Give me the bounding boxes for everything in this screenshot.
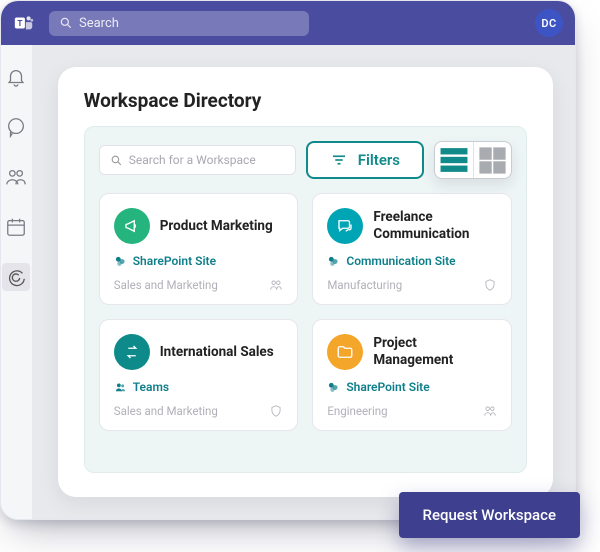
directory-container: Filters bbox=[84, 126, 527, 473]
view-toggle bbox=[434, 141, 512, 179]
svg-text:T: T bbox=[17, 19, 22, 29]
workspace-title: International Sales bbox=[160, 344, 274, 361]
ms-teams-icon: T bbox=[13, 12, 35, 34]
shield-icon bbox=[269, 404, 283, 418]
workspace-search-input[interactable] bbox=[129, 153, 285, 167]
exchange-icon bbox=[123, 343, 141, 361]
workspace-grid: Product Marketing SharePoint Site Sales … bbox=[99, 193, 512, 431]
request-workspace-button[interactable]: Request Workspace bbox=[399, 492, 581, 538]
speech-icon bbox=[336, 217, 354, 235]
workspace-category: Sales and Marketing bbox=[114, 278, 218, 292]
workspace-badge bbox=[114, 208, 150, 244]
swirl-icon bbox=[5, 266, 27, 288]
grid-icon bbox=[474, 142, 511, 179]
directory-controls: Filters bbox=[99, 141, 512, 179]
view-grid-button[interactable] bbox=[473, 142, 511, 178]
workspace-title: Freelance Communication bbox=[373, 209, 493, 243]
top-bar: T DC bbox=[1, 1, 575, 45]
sidebar bbox=[1, 45, 32, 519]
workspace-badge bbox=[114, 334, 150, 370]
filters-button[interactable]: Filters bbox=[306, 141, 424, 179]
sharepoint-icon bbox=[327, 255, 340, 268]
app-window: T DC bbox=[0, 0, 576, 520]
sidebar-item-teams[interactable] bbox=[2, 163, 30, 191]
workspace-badge bbox=[327, 334, 363, 370]
filter-icon bbox=[330, 151, 348, 169]
workspace-card[interactable]: International Sales Teams Sales and Mark… bbox=[99, 319, 299, 431]
workspace-category: Engineering bbox=[327, 404, 387, 418]
chat-icon bbox=[5, 116, 27, 138]
workspace-search[interactable] bbox=[99, 145, 296, 175]
teams-icon bbox=[114, 381, 127, 394]
workspace-site-type: SharePoint Site bbox=[327, 380, 497, 394]
people-icon bbox=[5, 166, 27, 188]
bell-icon bbox=[5, 66, 27, 88]
workspace-directory-panel: Workspace Directory Filters bbox=[58, 67, 553, 497]
people-icon bbox=[269, 278, 283, 292]
page-title: Workspace Directory bbox=[84, 89, 527, 112]
filters-button-label: Filters bbox=[358, 151, 400, 169]
workspace-site-type: SharePoint Site bbox=[114, 254, 284, 268]
workspace-card[interactable]: Freelance Communication Communication Si… bbox=[312, 193, 512, 305]
workspace-category: Sales and Marketing bbox=[114, 404, 218, 418]
folder-icon bbox=[336, 343, 354, 361]
shield-icon bbox=[483, 278, 497, 292]
search-icon bbox=[59, 16, 73, 30]
main-area: Workspace Directory Filters bbox=[32, 45, 575, 519]
view-list-button[interactable] bbox=[435, 142, 473, 178]
workspace-card[interactable]: Project Management SharePoint Site Engin… bbox=[312, 319, 512, 431]
sharepoint-icon bbox=[327, 381, 340, 394]
workspace-title: Project Management bbox=[373, 335, 493, 369]
workspace-site-type: Teams bbox=[114, 380, 284, 394]
people-icon bbox=[483, 404, 497, 418]
sidebar-item-orchestry[interactable] bbox=[2, 263, 30, 291]
workspace-badge bbox=[327, 208, 363, 244]
sidebar-item-chat[interactable] bbox=[2, 113, 30, 141]
sharepoint-icon bbox=[114, 255, 127, 268]
sidebar-item-activity[interactable] bbox=[2, 63, 30, 91]
megaphone-icon bbox=[123, 217, 141, 235]
sidebar-item-calendar[interactable] bbox=[2, 213, 30, 241]
workspace-title: Product Marketing bbox=[160, 218, 273, 235]
calendar-icon bbox=[5, 216, 27, 238]
avatar[interactable]: DC bbox=[535, 9, 563, 37]
workspace-site-type: Communication Site bbox=[327, 254, 497, 268]
global-search-input[interactable] bbox=[79, 16, 299, 31]
list-icon bbox=[435, 141, 473, 179]
workspace-category: Manufacturing bbox=[327, 278, 402, 292]
workspace-card[interactable]: Product Marketing SharePoint Site Sales … bbox=[99, 193, 299, 305]
search-icon bbox=[110, 154, 123, 167]
global-search[interactable] bbox=[49, 11, 309, 36]
